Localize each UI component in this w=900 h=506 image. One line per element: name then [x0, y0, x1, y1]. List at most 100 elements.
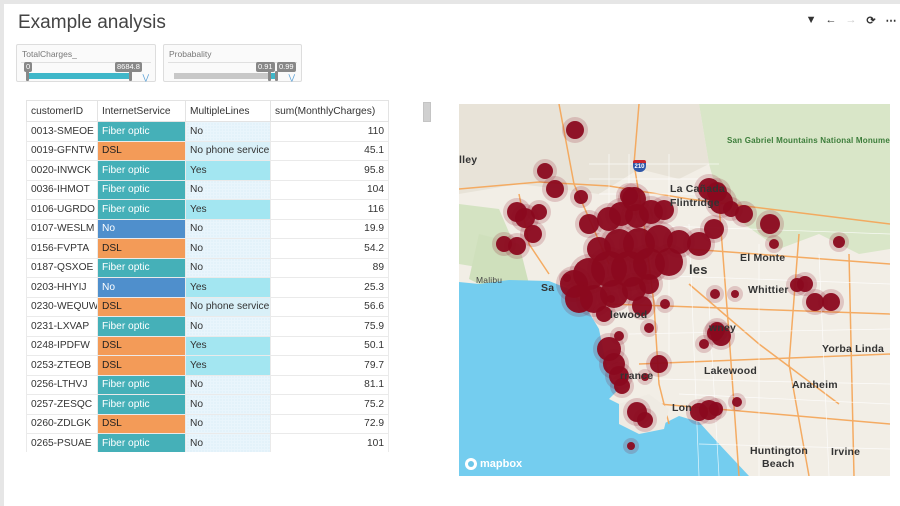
cell-multiplelines[interactable]: No: [185, 394, 271, 415]
cell-customerid[interactable]: 0106-UGRDO: [26, 199, 98, 220]
map-marker[interactable]: [699, 339, 709, 349]
cell-internetservice[interactable]: Fiber optic: [97, 257, 186, 278]
map-marker[interactable]: [660, 299, 670, 309]
cell-monthlycharges[interactable]: 116: [270, 199, 389, 220]
cell-monthlycharges[interactable]: 95.8: [270, 160, 389, 181]
cell-internetservice[interactable]: DSL: [97, 335, 186, 356]
map-marker[interactable]: [574, 190, 588, 204]
table-row[interactable]: 0231-LXVAP Fiber optic No 75.9: [26, 316, 389, 337]
table-row[interactable]: 0253-ZTEOB DSL Yes 79.7: [26, 355, 389, 376]
cell-monthlycharges[interactable]: 75.2: [270, 394, 389, 415]
cell-monthlycharges[interactable]: 104: [270, 179, 389, 200]
map-marker[interactable]: [760, 214, 780, 234]
cell-multiplelines[interactable]: Yes: [185, 335, 271, 356]
table-row[interactable]: 0106-UGRDO Fiber optic Yes 116: [26, 199, 389, 220]
cell-customerid[interactable]: 0187-QSXOE: [26, 257, 98, 278]
table-row[interactable]: 0036-IHMOT Fiber optic No 104: [26, 179, 389, 200]
cell-customerid[interactable]: 0036-IHMOT: [26, 179, 98, 200]
cell-monthlycharges[interactable]: 75.9: [270, 316, 389, 337]
cell-customerid[interactable]: 0260-ZDLGK: [26, 413, 98, 434]
map-marker[interactable]: [546, 180, 564, 198]
cell-customerid[interactable]: 0253-ZTEOB: [26, 355, 98, 376]
map-marker[interactable]: [627, 442, 635, 450]
cell-monthlycharges[interactable]: 56.6: [270, 296, 389, 317]
cell-internetservice[interactable]: Fiber optic: [97, 199, 186, 220]
cell-monthlycharges[interactable]: 54.2: [270, 238, 389, 259]
cell-customerid[interactable]: 0019-GFNTW: [26, 140, 98, 161]
cell-multiplelines[interactable]: No: [185, 179, 271, 200]
map-marker[interactable]: [655, 248, 683, 276]
cell-multiplelines[interactable]: Yes: [185, 199, 271, 220]
cell-customerid[interactable]: 0256-LTHVJ: [26, 374, 98, 395]
filter-icon[interactable]: ▼: [806, 14, 817, 26]
map-marker[interactable]: [822, 293, 840, 311]
slider-track[interactable]: [174, 73, 278, 79]
cell-customerid[interactable]: 0156-FVPTA: [26, 238, 98, 259]
cell-monthlycharges[interactable]: 79.7: [270, 355, 389, 376]
cell-internetservice[interactable]: Fiber optic: [97, 433, 186, 452]
table-row[interactable]: 0019-GFNTW DSL No phone service 45.1: [26, 140, 389, 161]
cell-internetservice[interactable]: Fiber optic: [97, 374, 186, 395]
cell-multiplelines[interactable]: No phone service: [185, 140, 271, 161]
table-row[interactable]: 0256-LTHVJ Fiber optic No 81.1: [26, 374, 389, 395]
cell-multiplelines[interactable]: No: [185, 218, 271, 239]
cell-multiplelines[interactable]: No phone service: [185, 296, 271, 317]
map-marker[interactable]: [644, 323, 654, 333]
column-header-customerid[interactable]: customerID: [26, 100, 98, 122]
cell-internetservice[interactable]: Fiber optic: [97, 179, 186, 200]
cell-internetservice[interactable]: Fiber optic: [97, 121, 186, 142]
table-row[interactable]: 0260-ZDLGK DSL No 72.9: [26, 413, 389, 434]
cell-customerid[interactable]: 0257-ZESQC: [26, 394, 98, 415]
more-icon[interactable]: ⋯: [886, 14, 897, 27]
cell-multiplelines[interactable]: No: [185, 121, 271, 142]
cell-internetservice[interactable]: Fiber optic: [97, 394, 186, 415]
cell-multiplelines[interactable]: No: [185, 238, 271, 259]
map-marker[interactable]: [537, 163, 553, 179]
cell-multiplelines[interactable]: No: [185, 257, 271, 278]
slider-handle-max[interactable]: [274, 71, 278, 81]
map-marker[interactable]: [524, 225, 542, 243]
cell-monthlycharges[interactable]: 45.1: [270, 140, 389, 161]
cell-internetservice[interactable]: DSL: [97, 238, 186, 259]
cell-internetservice[interactable]: DSL: [97, 355, 186, 376]
cell-internetservice[interactable]: DSL: [97, 296, 186, 317]
cell-internetservice[interactable]: Fiber optic: [97, 160, 186, 181]
table-row[interactable]: 0013-SMEOE Fiber optic No 110: [26, 121, 389, 142]
forward-arrow-icon[interactable]: →: [846, 14, 857, 26]
map-marker[interactable]: [563, 274, 571, 282]
map-marker[interactable]: [620, 187, 638, 205]
cell-multiplelines[interactable]: No: [185, 374, 271, 395]
cell-internetservice[interactable]: No: [97, 277, 186, 298]
chevron-down-icon[interactable]: ⋁: [142, 73, 149, 82]
cell-multiplelines[interactable]: Yes: [185, 160, 271, 181]
refresh-icon[interactable]: ⟳: [866, 14, 876, 27]
cell-monthlycharges[interactable]: 81.1: [270, 374, 389, 395]
table-row[interactable]: 0107-WESLM No No 19.9: [26, 218, 389, 239]
cell-multiplelines[interactable]: Yes: [185, 355, 271, 376]
cell-customerid[interactable]: 0265-PSUAE: [26, 433, 98, 452]
map-marker[interactable]: [806, 293, 824, 311]
map-marker[interactable]: [639, 274, 659, 294]
cell-customerid[interactable]: 0107-WESLM: [26, 218, 98, 239]
cell-monthlycharges[interactable]: 25.3: [270, 277, 389, 298]
column-header-multiplelines[interactable]: MultipleLines: [185, 100, 271, 122]
map-marker[interactable]: [735, 205, 753, 223]
cell-customerid[interactable]: 0203-HHYIJ: [26, 277, 98, 298]
slider-handle-min[interactable]: [267, 71, 271, 81]
map-marker[interactable]: [690, 403, 708, 421]
map-marker[interactable]: [531, 204, 547, 220]
map-marker[interactable]: [710, 289, 720, 299]
cell-multiplelines[interactable]: No: [185, 316, 271, 337]
slider-handle-max[interactable]: [129, 71, 132, 81]
map-marker[interactable]: [709, 402, 723, 416]
map-marker[interactable]: [833, 236, 845, 248]
table-row[interactable]: 0257-ZESQC Fiber optic No 75.2: [26, 394, 389, 415]
cell-customerid[interactable]: 0230-WEQUW: [26, 296, 98, 317]
cell-monthlycharges[interactable]: 72.9: [270, 413, 389, 434]
map-marker[interactable]: [607, 295, 615, 303]
cell-monthlycharges[interactable]: 19.9: [270, 218, 389, 239]
panel-resize-handle[interactable]: [423, 102, 431, 122]
map-marker[interactable]: [566, 121, 584, 139]
cell-multiplelines[interactable]: No: [185, 433, 271, 452]
table-row[interactable]: 0265-PSUAE Fiber optic No 101: [26, 433, 389, 452]
